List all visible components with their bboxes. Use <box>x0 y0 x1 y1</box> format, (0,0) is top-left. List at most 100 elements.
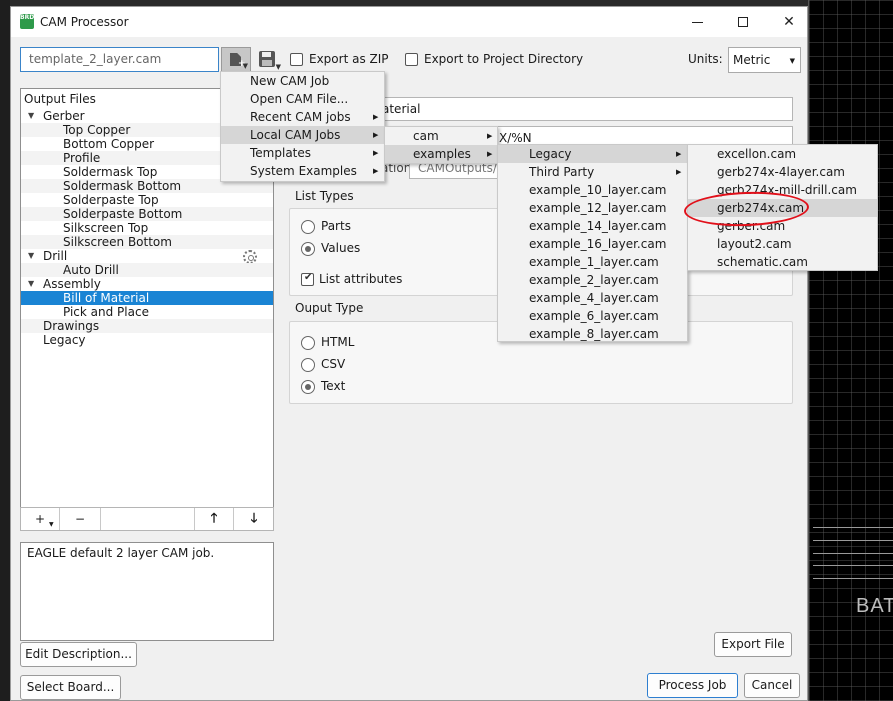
submenu-arrow-icon: ▶ <box>373 167 379 175</box>
title-bar: BRD CAM Processor ✕ <box>11 7 807 37</box>
submenu-arrow-icon: ▶ <box>373 149 379 157</box>
menu-item-example-file[interactable]: example_10_layer.cam <box>498 181 687 199</box>
tree-item-silkscreen-bottom[interactable]: Silkscreen Bottom <box>21 235 273 249</box>
text-label: Text <box>321 379 346 393</box>
units-label: Units: <box>688 52 723 66</box>
values-radio[interactable] <box>301 242 315 256</box>
description-text[interactable]: EAGLE default 2 layer CAM job. <box>20 542 274 641</box>
tree-item-solderpaste-top[interactable]: Solderpaste Top <box>21 193 273 207</box>
expand-arrow-icon[interactable]: ▼ <box>28 277 34 291</box>
tree-item-silkscreen-top[interactable]: Silkscreen Top <box>21 221 273 235</box>
add-output-button[interactable]: + ▼ <box>21 508 59 530</box>
submenu-arrow-icon: ▶ <box>676 168 682 176</box>
menu-item-example-file[interactable]: example_1_layer.cam <box>498 253 687 271</box>
gear-icon[interactable] <box>243 250 257 264</box>
expand-arrow-icon[interactable]: ▼ <box>28 109 34 123</box>
parts-radio[interactable] <box>301 220 315 234</box>
new-cam-menu-button[interactable]: + ▼ <box>221 47 251 72</box>
new-cam-dropdown-menu: New CAM Job Open CAM File... Recent CAM … <box>220 71 385 182</box>
html-radio[interactable] <box>301 336 315 350</box>
cam-processor-dialog: BRD CAM Processor ✕ template_2_layer.cam… <box>10 6 808 701</box>
list-attributes-checkbox[interactable]: ✔ <box>301 272 314 286</box>
submenu-arrow-icon: ▶ <box>487 150 493 158</box>
menu-item-new-cam-job[interactable]: New CAM Job <box>221 72 384 90</box>
menu-item-example-file[interactable]: example_6_layer.cam <box>498 307 687 325</box>
export-zip-checkbox[interactable] <box>290 53 303 66</box>
check-icon: ✔ <box>304 272 313 283</box>
board-trace <box>813 540 893 541</box>
units-select[interactable]: Metric ▼ <box>728 47 801 73</box>
cam-job-name-field[interactable]: template_2_layer.cam <box>20 47 219 72</box>
menu-item-open-cam-file[interactable]: Open CAM File... <box>221 90 384 108</box>
menu-item-legacy-file[interactable]: gerb274x-4layer.cam <box>688 163 877 181</box>
tree-item-auto-drill[interactable]: Auto Drill <box>21 263 273 277</box>
export-project-label: Export to Project Directory <box>424 52 584 66</box>
export-project-checkbox[interactable] <box>405 53 418 66</box>
parts-label: Parts <box>321 219 351 233</box>
minimize-icon[interactable] <box>687 13 707 31</box>
export-zip-label: Export as ZIP <box>309 52 389 66</box>
board-trace <box>813 578 893 579</box>
board-text-label: BAT <box>856 595 893 617</box>
tree-item-assembly[interactable]: ▼ Assembly <box>21 277 273 291</box>
menu-item-example-file[interactable]: example_2_layer.cam <box>498 271 687 289</box>
dropdown-caret-icon: ▼ <box>242 62 248 70</box>
expand-arrow-icon[interactable]: ▼ <box>28 249 34 263</box>
board-trace <box>813 553 893 554</box>
list-types-title: List Types <box>295 189 354 203</box>
menu-item-local-cam-jobs[interactable]: Local CAM Jobs ▶ <box>221 126 384 144</box>
tree-item-legacy[interactable]: Legacy <box>21 333 273 347</box>
html-label: HTML <box>321 335 355 349</box>
local-cam-jobs-menu: cam ▶ examples ▶ <box>384 126 498 164</box>
close-icon[interactable]: ✕ <box>779 13 799 31</box>
csv-radio[interactable] <box>301 358 315 372</box>
cancel-button[interactable]: Cancel <box>744 673 800 698</box>
tree-toolbar: + ▼ − 🡑 🡓 <box>20 507 274 531</box>
menu-item-legacy-file[interactable]: excellon.cam <box>688 145 877 163</box>
values-label: Values <box>321 241 361 255</box>
background-left <box>0 0 10 701</box>
chevron-down-icon: ▼ <box>789 57 795 65</box>
menu-item-legacy-file[interactable]: schematic.cam <box>688 253 877 271</box>
submenu-arrow-icon: ▶ <box>373 131 379 139</box>
tree-item-solderpaste-bottom[interactable]: Solderpaste Bottom <box>21 207 273 221</box>
menu-item-example-file[interactable]: example_8_layer.cam <box>498 325 687 343</box>
process-job-button[interactable]: Process Job <box>647 673 738 698</box>
tree-item-pick-and-place[interactable]: Pick and Place <box>21 305 273 319</box>
menu-item-legacy[interactable]: Legacy ▶ <box>498 145 687 163</box>
edit-description-button[interactable]: Edit Description... <box>20 642 137 667</box>
output-type-title: Ouput Type <box>295 301 364 315</box>
tree-item-drill[interactable]: ▼ Drill <box>21 249 273 263</box>
board-trace <box>813 565 893 566</box>
board-trace <box>813 527 893 528</box>
menu-item-example-file[interactable]: example_14_layer.cam <box>498 217 687 235</box>
menu-item-cam[interactable]: cam ▶ <box>385 127 497 145</box>
select-board-button[interactable]: Select Board... <box>20 675 121 700</box>
menu-item-example-file[interactable]: example_4_layer.cam <box>498 289 687 307</box>
menu-item-system-examples[interactable]: System Examples ▶ <box>221 162 384 180</box>
tree-item-bill-of-material[interactable]: Bill of Material <box>21 291 273 305</box>
arrow-down-icon[interactable]: 🡓 <box>234 508 274 530</box>
menu-item-examples[interactable]: examples ▶ <box>385 145 497 163</box>
examples-menu: Legacy ▶ Third Party ▶ example_10_layer.ca… <box>497 144 688 342</box>
tree-item-drawings[interactable]: Drawings <box>21 319 273 333</box>
export-file-button[interactable]: Export File <box>714 632 792 657</box>
menu-item-third-party[interactable]: Third Party ▶ <box>498 163 687 181</box>
menu-item-recent-cam-jobs[interactable]: Recent CAM jobs ▶ <box>221 108 384 126</box>
menu-item-templates[interactable]: Templates ▶ <box>221 144 384 162</box>
eagle-brd-icon: BRD <box>20 14 34 29</box>
remove-output-button[interactable]: − <box>60 508 100 530</box>
csv-label: CSV <box>321 357 346 371</box>
menu-item-legacy-file[interactable]: layout2.cam <box>688 235 877 253</box>
dropdown-caret-icon: ▼ <box>275 63 281 71</box>
window-title: CAM Processor <box>40 15 129 29</box>
save-button[interactable]: ▼ <box>255 47 283 72</box>
arrow-up-icon[interactable]: 🡑 <box>195 508 233 530</box>
text-radio[interactable] <box>301 380 315 394</box>
menu-item-example-file[interactable]: example_12_layer.cam <box>498 199 687 217</box>
menu-item-example-file[interactable]: example_16_layer.cam <box>498 235 687 253</box>
save-disk-icon <box>259 51 275 67</box>
submenu-arrow-icon: ▶ <box>373 113 379 121</box>
submenu-arrow-icon: ▶ <box>676 150 682 158</box>
maximize-icon[interactable] <box>733 13 753 31</box>
